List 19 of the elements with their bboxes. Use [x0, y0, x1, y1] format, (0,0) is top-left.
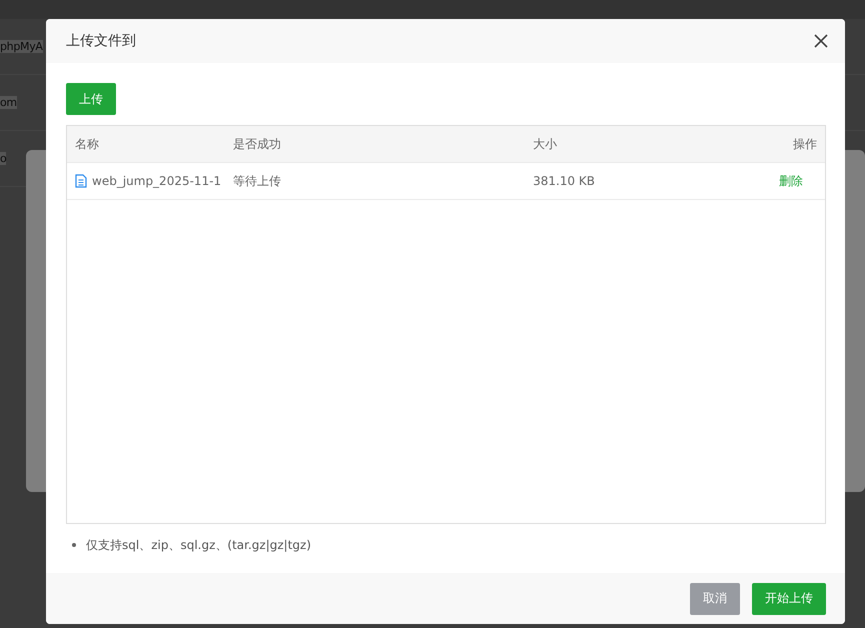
background-text: om: [0, 96, 17, 109]
delete-link[interactable]: 删除: [779, 172, 803, 190]
column-header: 名称: [74, 136, 100, 152]
column-header: 是否成功: [232, 136, 282, 152]
file-name: web_jump_2025-11-1: [92, 174, 222, 188]
cancel-button[interactable]: 取消: [690, 582, 740, 614]
size-cell-text: 381.10 KB: [532, 174, 596, 188]
status-cell-text: 等待上传: [232, 172, 282, 190]
start-upload-button[interactable]: 开始上传: [752, 582, 826, 614]
background-text: o: [0, 152, 6, 165]
background-text: phpMyA: [0, 40, 43, 53]
dialog-title: 上传文件到: [66, 32, 136, 50]
format-note: 仅支持sql、zip、sql.gz、(tar.gz|gz|tgz): [86, 537, 311, 554]
upload-button[interactable]: 上传: [66, 83, 116, 115]
column-header: 大小: [532, 136, 558, 152]
close-button[interactable]: [813, 33, 829, 49]
column-header: 操作: [792, 136, 818, 152]
document-icon: [75, 174, 87, 188]
bullet-icon: [72, 543, 76, 547]
